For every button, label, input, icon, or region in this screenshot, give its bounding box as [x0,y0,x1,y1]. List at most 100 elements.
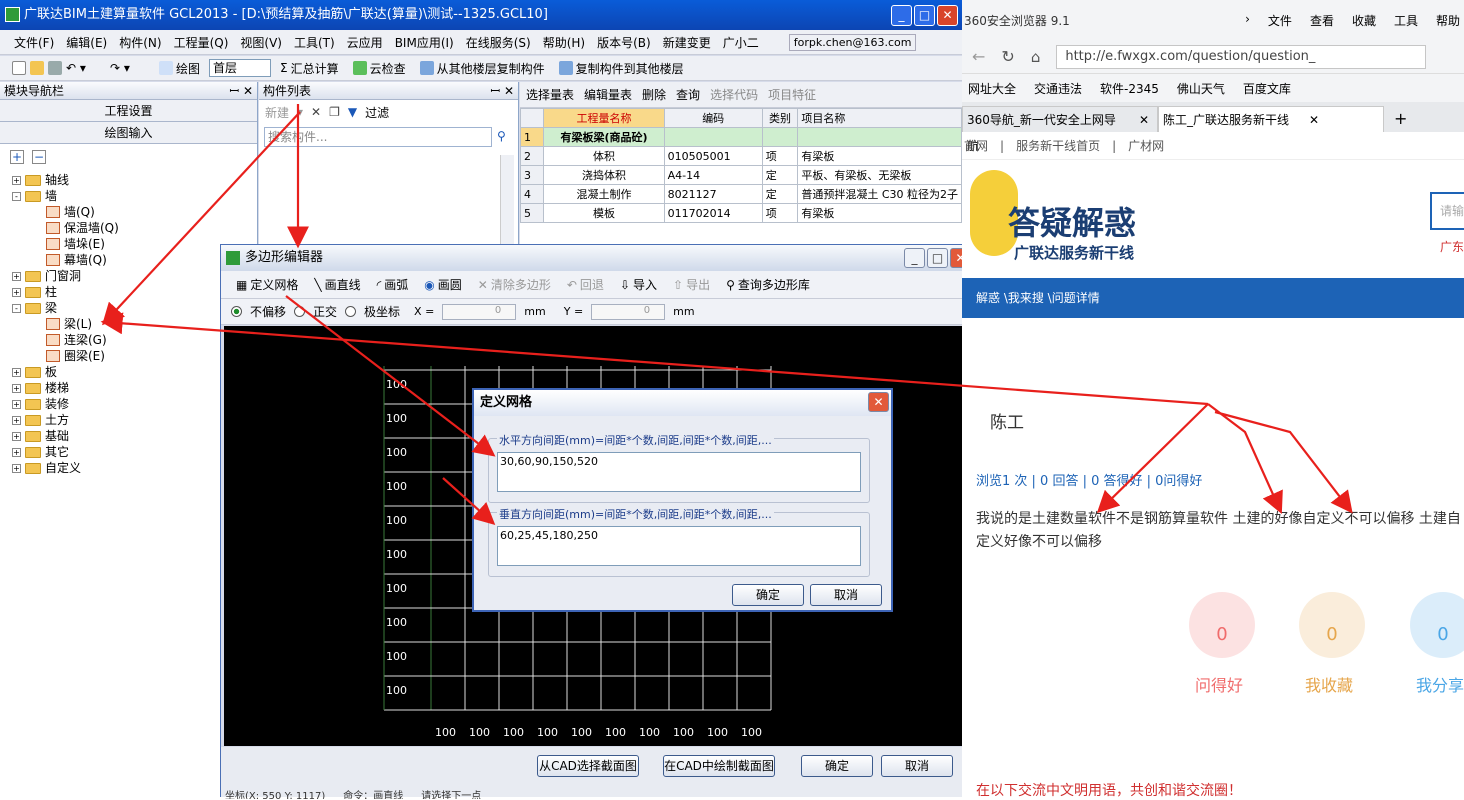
menu-new-change[interactable]: 新建变更 [663,34,711,51]
dialog-cancel-button[interactable]: 取消 [810,584,882,606]
poly-minimize-button[interactable]: _ [904,248,925,268]
fav-sites[interactable]: 网址大全 [968,80,1016,97]
table-row[interactable]: 5 模板 011702014 项有梁板 [519,203,962,223]
select-table-button[interactable]: 选择量表 [526,86,574,103]
collapse-all-icon[interactable]: − [32,150,46,164]
tree-item[interactable]: + 轴线 [12,172,257,188]
site-nav-home[interactable]: 首网 [964,137,988,154]
fav-weather[interactable]: 佛山天气 [1177,80,1225,97]
expand-toggle-icon[interactable]: + [12,271,21,281]
save-icon[interactable] [48,61,62,75]
menu-quantity[interactable]: 工程量(Q) [174,34,229,51]
action-circle[interactable]: 0 [1189,592,1255,658]
redo-icon[interactable]: ↷ ▾ [110,61,150,75]
dialog-close-button[interactable]: ✕ [868,392,889,412]
menu-file[interactable]: 文件(F) [14,34,54,51]
table-row[interactable]: 3 浇捣体积 A4-14 定平板、有梁板、无梁板 [519,165,962,185]
draw-arc-button[interactable]: ◜ 画弧 [372,274,414,296]
comp-scrollbar[interactable] [500,155,514,255]
expand-toggle-icon[interactable]: - [12,303,21,313]
filter-button[interactable]: 过滤 [365,104,389,121]
y-input[interactable]: 0 [591,303,666,320]
home-icon[interactable]: ⌂ [1031,48,1041,66]
undo-icon[interactable]: ↶ ▾ [66,61,106,75]
url-input[interactable]: http://e.fwxgx.com/question/question_ [1056,44,1427,69]
floor-select[interactable]: 首层 [209,59,272,77]
maximize-button[interactable]: □ [914,5,935,26]
expand-toggle-icon[interactable]: + [12,399,21,409]
table-row[interactable]: 2 体积 010505001 项有梁板 [519,146,962,166]
action-label[interactable]: 我分享 [1416,672,1464,696]
tree-item[interactable]: -墙 [12,188,257,204]
menu-view[interactable]: 视图(V) [240,34,282,51]
menu-edit[interactable]: 编辑(E) [66,34,107,51]
delete-row-button[interactable]: 删除 [642,86,666,103]
browser-menu-tools[interactable]: 工具 [1394,12,1418,29]
horizontal-spacing-input[interactable]: 30,60,90,150,520 [497,452,861,492]
draw-button[interactable]: 绘图 [154,57,205,79]
tab-glodon[interactable]: 陈工_广联达服务新干线 ✕ [1158,106,1384,132]
define-grid-button[interactable]: ▦ 定义网格 [231,274,303,296]
action-label[interactable]: 问得好 [1195,672,1243,696]
action-circle[interactable]: 0 [1410,592,1464,658]
fav-traffic[interactable]: 交通违法 [1034,80,1082,97]
expand-toggle-icon[interactable]: + [12,415,21,425]
tab-close-icon[interactable]: ✕ [1139,107,1149,132]
import-button[interactable]: ⇩ 导入 [615,274,662,296]
site-nav-material[interactable]: 广材网 [1128,137,1164,154]
back-icon[interactable]: ← [972,47,985,66]
tab-drawing-input[interactable]: 绘图输入 [0,122,257,144]
new-tab-icon[interactable]: + [1384,106,1417,132]
select-from-cad-button[interactable]: 从CAD选择截面图 [537,755,639,777]
menu-version[interactable]: 版本号(B) [597,34,651,51]
menu-tools[interactable]: 工具(T) [294,34,335,51]
component-search-input[interactable]: 搜索构件... [264,127,492,147]
menu-assistant[interactable]: 广小二 [723,34,759,51]
refresh-icon[interactable]: ↻ [1001,47,1014,66]
new-component-button[interactable]: 新建 [265,104,289,121]
expand-toggle-icon[interactable]: + [12,367,21,377]
account-dropdown[interactable]: forpk.chen@163.com [788,33,917,51]
vertical-spacing-input[interactable]: 60,25,45,180,250 [497,526,861,566]
expand-toggle-icon[interactable]: + [12,175,21,185]
clear-polygon-button[interactable]: ✕ 清除多边形 [473,274,556,296]
menu-cloud[interactable]: 云应用 [347,34,383,51]
site-nav-fwxgx[interactable]: 服务新干线首页 [1016,137,1100,154]
query-library-button[interactable]: ⚲ 查询多边形库 [721,274,815,296]
tab-360-nav[interactable]: 360导航_新一代安全上网导航 ✕ [962,106,1158,153]
tree-item[interactable]: 墙(Q) [12,204,257,220]
expand-all-icon[interactable]: + [10,150,24,164]
table-row[interactable]: 4 混凝土制作 8021127 定普通预拌混凝土 C30 粒径为2子 [519,184,962,204]
pin-close-icon[interactable]: ꟷ ✕ [229,82,253,100]
copy-to-floor-button[interactable]: 复制构件到其他楼层 [554,57,689,79]
browser-menu-help[interactable]: 帮助 [1436,12,1460,29]
tab-close-icon[interactable]: ✕ [1309,107,1319,132]
browser-menu-view[interactable]: 查看 [1310,12,1334,29]
query-button[interactable]: 查询 [676,86,700,103]
action-label[interactable]: 我收藏 [1305,672,1353,696]
edit-table-button[interactable]: 编辑量表 [584,86,632,103]
polar-radio[interactable] [345,306,357,317]
delete-icon[interactable]: ✕ [311,105,321,119]
no-offset-radio[interactable] [231,306,242,317]
draw-circle-button[interactable]: ◉ 画圆 [419,274,467,296]
expand-toggle-icon[interactable]: + [12,463,21,473]
fav-wenku[interactable]: 百度文库 [1243,80,1291,97]
site-search-input[interactable]: 请输 [1430,192,1464,230]
draw-in-cad-button[interactable]: 在CAD中绘制截面图 [663,755,775,777]
browser-menu-file[interactable]: 文件 [1268,12,1292,29]
menu-component[interactable]: 构件(N) [119,34,161,51]
copy-component-icon[interactable]: ❐ [329,105,340,119]
open-file-icon[interactable] [30,61,44,75]
menu-help[interactable]: 帮助(H) [543,34,585,51]
menu-bim[interactable]: BIM应用(I) [395,34,454,51]
comp-pin-close-icon[interactable]: ꟷ ✕ [490,82,514,100]
x-input[interactable]: 0 [442,303,517,320]
search-icon[interactable]: ⚲ [497,129,506,143]
close-button[interactable]: ✕ [937,5,958,26]
tab-project-settings[interactable]: 工程设置 [0,100,257,122]
orthogonal-radio[interactable] [294,306,306,317]
item-feature-button[interactable]: 项目特征 [768,86,816,103]
copy-from-floor-button[interactable]: 从其他楼层复制构件 [415,57,550,79]
poly-maximize-button[interactable]: □ [927,248,948,268]
